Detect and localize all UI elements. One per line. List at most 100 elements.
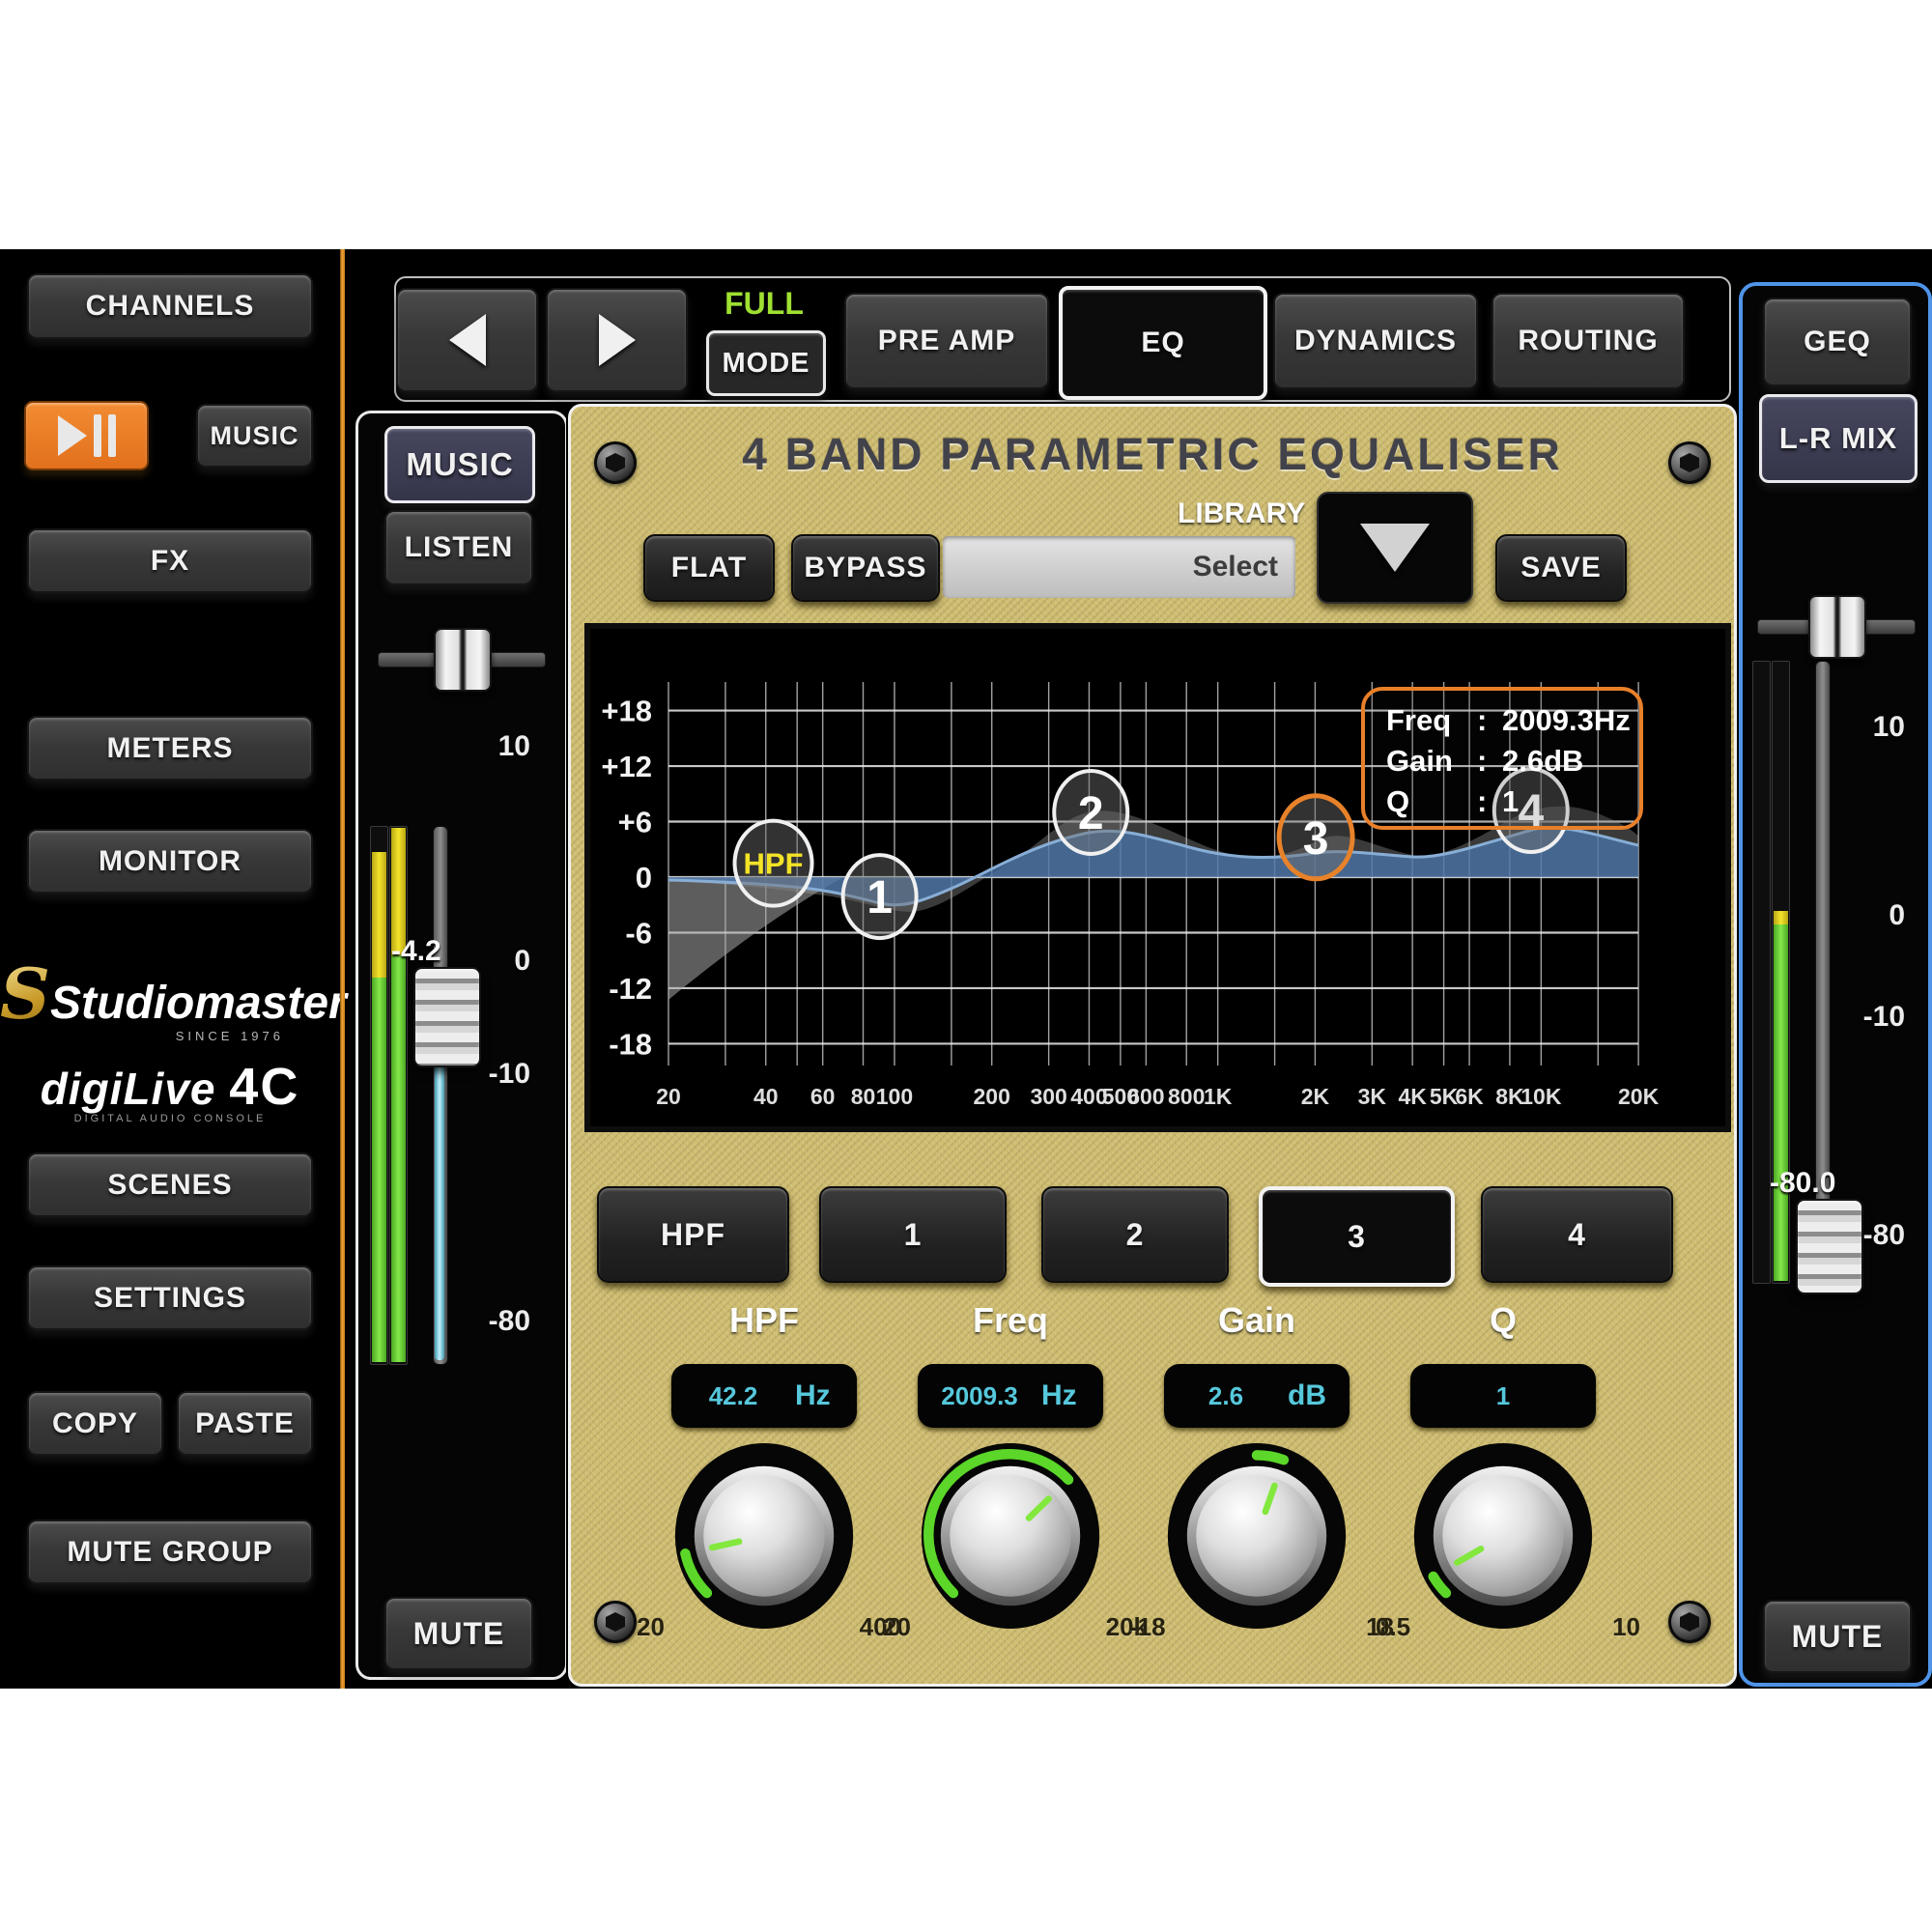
library-dropdown-button[interactable] xyxy=(1317,492,1473,604)
next-channel-button[interactable] xyxy=(546,288,688,392)
svg-text:HPF: HPF xyxy=(744,847,804,881)
hpf-range-min: 20 xyxy=(637,1612,665,1642)
hpf-unit: Hz xyxy=(795,1379,857,1412)
tab-routing[interactable]: ROUTING xyxy=(1492,293,1685,389)
listen-button[interactable]: LISTEN xyxy=(384,510,533,585)
sidebar: CHANNELS MUSIC FX METERS MONITOR SStudio… xyxy=(0,249,340,1689)
geq-button[interactable]: GEQ xyxy=(1763,298,1912,386)
colon: : xyxy=(1477,781,1502,822)
hpf-value: 42.2 xyxy=(671,1381,795,1411)
master-mute-button[interactable]: MUTE xyxy=(1763,1600,1912,1673)
pan-handle[interactable] xyxy=(434,628,492,692)
band-info-box: Freq:2009.3Hz Gain:2.6dB Q:1 xyxy=(1361,687,1643,830)
meter-yellow-segment xyxy=(1774,911,1788,924)
save-button[interactable]: SAVE xyxy=(1495,534,1627,602)
paste-button[interactable]: PASTE xyxy=(177,1391,313,1456)
svg-text:-18: -18 xyxy=(609,1027,652,1061)
fader-scale-m80: -80 xyxy=(489,1305,530,1338)
brand-name: Studiomaster xyxy=(50,978,347,1029)
q-knob-group: Q 1 0.5 10 xyxy=(1358,1300,1648,1648)
info-freq-label: Freq xyxy=(1386,700,1477,741)
prev-channel-button[interactable] xyxy=(396,288,538,392)
info-gain-value: 2.6dB xyxy=(1502,741,1583,781)
info-freq-value: 2009.3Hz xyxy=(1502,700,1631,741)
bypass-button[interactable]: BYPASS xyxy=(791,534,940,602)
band-button-1[interactable]: 1 xyxy=(819,1186,1007,1283)
hpf-knob[interactable] xyxy=(672,1441,856,1631)
mode-status-label: FULL xyxy=(701,286,827,322)
copy-button[interactable]: COPY xyxy=(27,1391,163,1456)
q-value: 1 xyxy=(1410,1381,1596,1411)
level-meter-left xyxy=(370,826,388,1365)
gain-knob[interactable] xyxy=(1165,1441,1349,1631)
mode-button[interactable]: MODE xyxy=(706,330,826,396)
freq-knob[interactable] xyxy=(919,1441,1102,1631)
sidebar-item-fx[interactable]: FX xyxy=(27,528,313,593)
channel-strip: MUSIC LISTEN -4.2 10 0 -10 -80 MUTE xyxy=(355,411,568,1680)
tab-pre-amp[interactable]: PRE AMP xyxy=(844,293,1049,389)
brand-logo: SStudiomaster SINCE 1976 digiLive 4C DIG… xyxy=(0,952,340,1124)
gain-unit: dB xyxy=(1288,1379,1350,1412)
svg-text:200: 200 xyxy=(974,1084,1010,1109)
meter-green-segment xyxy=(1774,924,1788,1281)
sidebar-item-mute-group[interactable]: MUTE GROUP xyxy=(27,1520,313,1584)
svg-text:+18: +18 xyxy=(601,695,652,728)
band-button-3[interactable]: 3 xyxy=(1259,1186,1455,1287)
fader-fill xyxy=(435,1064,444,1360)
freq-unit: Hz xyxy=(1041,1379,1103,1412)
library-select-value: Select xyxy=(1193,551,1278,583)
eq-band-handle-2[interactable]: 2 xyxy=(1054,771,1127,854)
master-strip: GEQ L-R MIX -80.0 10 0 -10 -80 MUTE xyxy=(1739,282,1932,1687)
sidebar-item-meters[interactable]: METERS xyxy=(27,716,313,781)
q-value-display: 1 xyxy=(1410,1364,1596,1428)
eq-band-handle-hpf[interactable]: HPF xyxy=(735,821,812,906)
master-name-button[interactable]: L-R MIX xyxy=(1759,394,1918,483)
info-q-label: Q xyxy=(1386,781,1477,822)
eq-band-handle-3[interactable]: 3 xyxy=(1279,796,1352,879)
flat-button[interactable]: FLAT xyxy=(643,534,775,602)
svg-text:4K: 4K xyxy=(1398,1084,1427,1109)
tab-eq[interactable]: EQ xyxy=(1059,286,1267,400)
eq-panel-title: 4 BAND PARAMETRIC EQUALISER xyxy=(571,428,1734,480)
svg-text:300: 300 xyxy=(1030,1084,1066,1109)
screw-icon xyxy=(1668,1601,1711,1643)
sidebar-item-music[interactable]: MUSIC xyxy=(196,404,313,468)
fader-handle[interactable] xyxy=(413,967,481,1067)
fader-value: -4.2 xyxy=(391,935,441,968)
svg-text:0: 0 xyxy=(636,861,652,895)
band-button-hpf[interactable]: HPF xyxy=(597,1186,789,1283)
info-q-value: 1 xyxy=(1502,781,1519,822)
arrow-right-icon xyxy=(599,314,636,366)
freq-range-min: 20 xyxy=(883,1612,911,1642)
mute-button[interactable]: MUTE xyxy=(384,1597,533,1670)
band-button-4[interactable]: 4 xyxy=(1481,1186,1673,1283)
freq-value: 2009.3 xyxy=(918,1381,1041,1411)
svg-text:5K: 5K xyxy=(1430,1084,1459,1109)
library-select[interactable]: Select xyxy=(943,536,1295,598)
q-range-min: 0.5 xyxy=(1376,1612,1410,1642)
gain-value-display: 2.6 dB xyxy=(1164,1364,1350,1428)
svg-text:2: 2 xyxy=(1078,788,1104,839)
sidebar-item-channels[interactable]: CHANNELS xyxy=(27,273,313,339)
parametric-eq-panel: 4 BAND PARAMETRIC EQUALISER FLAT BYPASS … xyxy=(568,404,1737,1687)
arrow-left-icon xyxy=(449,314,486,366)
band-button-2[interactable]: 2 xyxy=(1041,1186,1229,1283)
svg-text:10K: 10K xyxy=(1520,1084,1562,1109)
eq-frequency-response-graph[interactable]: +18+12+60-6-12-1820406080100200300400500… xyxy=(590,629,1725,1126)
sidebar-item-scenes[interactable]: SCENES xyxy=(27,1152,313,1217)
q-knob-label: Q xyxy=(1358,1300,1648,1341)
master-fader-handle[interactable] xyxy=(1796,1199,1863,1294)
master-scale-0: 0 xyxy=(1889,899,1905,932)
sidebar-item-settings[interactable]: SETTINGS xyxy=(27,1265,313,1330)
fader-scale-10: 10 xyxy=(498,730,530,763)
q-range-max: 10 xyxy=(1612,1612,1640,1642)
master-pan-handle[interactable] xyxy=(1808,595,1866,659)
eq-band-handle-1[interactable]: 1 xyxy=(843,855,917,938)
tab-dynamics[interactable]: DYNAMICS xyxy=(1273,293,1478,389)
q-knob[interactable] xyxy=(1411,1441,1595,1631)
master-meter-left xyxy=(1752,661,1771,1284)
channel-name-button[interactable]: MUSIC xyxy=(384,426,535,503)
sidebar-item-monitor[interactable]: MONITOR xyxy=(27,829,313,894)
play-pause-button[interactable] xyxy=(24,401,149,470)
master-scale-m10: -10 xyxy=(1863,1001,1905,1034)
